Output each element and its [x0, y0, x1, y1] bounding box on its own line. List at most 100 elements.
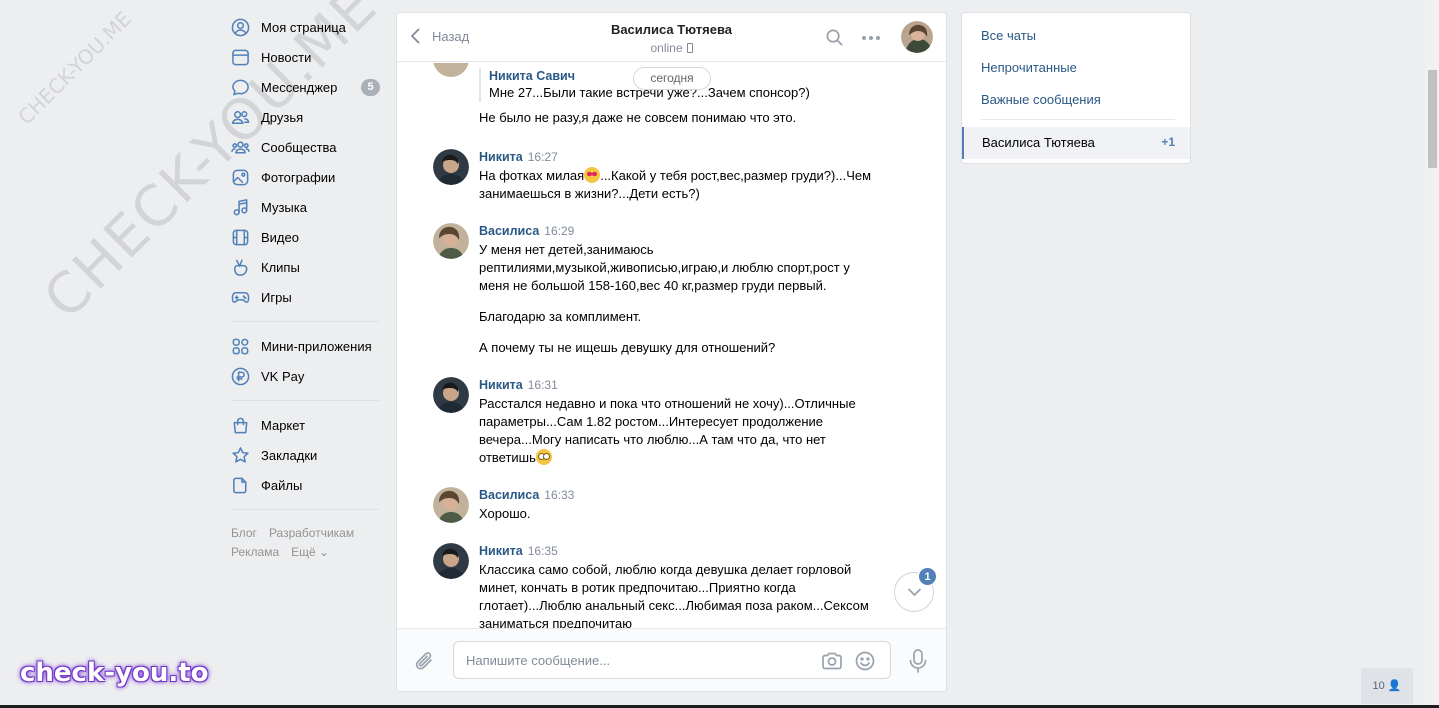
files-icon: [230, 475, 250, 495]
more-dot: [862, 36, 866, 40]
message-avatar[interactable]: [433, 487, 469, 523]
footer-links: Блог Разработчикам Реклама Ещё ⌄: [230, 524, 380, 562]
chat-header: Назад Василиса Тютяева online: [397, 13, 946, 62]
video-icon: [230, 227, 250, 247]
peer-avatar[interactable]: [901, 21, 933, 53]
heart-eyes-emoji-icon: [584, 167, 601, 183]
nav-item-music[interactable]: Музыка: [230, 192, 380, 222]
message-input-box: [453, 641, 891, 679]
message-input[interactable]: [466, 651, 806, 669]
footer-link-ads[interactable]: Реклама: [231, 543, 279, 562]
camera-icon: [822, 652, 842, 670]
watermark-small: CHECK-YOU.ME: [13, 6, 136, 130]
nav-item-files[interactable]: Файлы: [230, 470, 380, 500]
message-text: У меня нет детей,занимаюсь рептилиями,му…: [479, 242, 850, 293]
nav-item-photos[interactable]: Фотографии: [230, 162, 380, 192]
nav-divider: [231, 400, 379, 401]
messenger-unread-badge: 5: [361, 79, 380, 96]
filter-important[interactable]: Важные сообщения: [981, 92, 1101, 107]
message-author[interactable]: Никита: [479, 150, 523, 164]
bookmarks-icon: [230, 445, 250, 465]
nav-item-clips[interactable]: Клипы: [230, 252, 380, 282]
nav-label: Маркет: [261, 417, 306, 433]
message-time: 16:29: [544, 224, 575, 238]
chevron-down-icon: [907, 588, 922, 597]
filter-all-chats[interactable]: Все чаты: [981, 28, 1036, 43]
nav-label: Мини-приложения: [261, 338, 372, 354]
more-dot: [869, 36, 873, 40]
message-author[interactable]: Василиса: [479, 224, 539, 238]
open-chat-name: Василиса Тютяева: [982, 135, 1095, 150]
nav-item-news[interactable]: Новости: [230, 42, 380, 72]
message-text: Хорошо.: [479, 506, 531, 521]
photos-icon: [230, 167, 250, 187]
groups-icon: [230, 137, 250, 157]
message-avatar[interactable]: [433, 223, 469, 259]
microphone-icon: [909, 649, 927, 673]
message-text: Классика само собой, люблю когда девушка…: [479, 562, 869, 628]
nav-item-market[interactable]: Маркет: [230, 410, 380, 440]
search-icon: [826, 29, 843, 46]
message-author[interactable]: Никита: [479, 378, 523, 392]
nav-item-bookmarks[interactable]: Закладки: [230, 440, 380, 470]
message-time: 16:27: [527, 150, 558, 164]
message-avatar[interactable]: [433, 63, 469, 77]
footer-link-more[interactable]: Ещё ⌄: [291, 543, 329, 562]
nav-item-vk-pay[interactable]: VK Pay: [230, 361, 380, 391]
nav-label: Сообщества: [261, 139, 337, 155]
message-time: 16:35: [527, 544, 558, 558]
attach-button[interactable]: [414, 649, 436, 673]
search-button[interactable]: [825, 28, 845, 48]
nav-item-groups[interactable]: Сообщества: [230, 132, 380, 162]
date-separator: сегодня: [633, 67, 711, 90]
message-author[interactable]: Никита: [479, 544, 523, 558]
filter-unread[interactable]: Непрочитанные: [981, 60, 1077, 75]
smile-icon: [855, 651, 875, 671]
news-icon: [230, 47, 250, 67]
message-avatar[interactable]: [433, 377, 469, 413]
online-friends-button[interactable]: 10 👤: [1361, 668, 1413, 704]
message-time: 16:31: [527, 378, 558, 392]
nav-item-video[interactable]: Видео: [230, 222, 380, 252]
emoji-button[interactable]: [854, 651, 876, 671]
more-dot: [876, 36, 880, 40]
open-chat-item[interactable]: Василиса Тютяева +1: [962, 127, 1190, 159]
message-avatar[interactable]: [433, 543, 469, 579]
nav-item-my-page[interactable]: Моя страница: [230, 12, 380, 42]
footer-link-developers[interactable]: Разработчикам: [269, 524, 354, 543]
composer-tools: [821, 651, 876, 671]
left-navigation: Моя страница Новости Мессенджер 5 Друзья…: [230, 12, 380, 562]
message-text: На фотках милая ...Какой у тебя рост,вес,…: [479, 167, 883, 203]
person-icon: 👤: [1387, 680, 1402, 692]
footer-link-blog[interactable]: Блог: [231, 524, 257, 543]
new-messages-badge: 1: [918, 567, 937, 586]
nav-item-messenger[interactable]: Мессенджер 5: [230, 72, 380, 102]
nav-label: Музыка: [261, 199, 307, 215]
nav-label: Новости: [261, 49, 312, 65]
message-composer: [397, 628, 946, 691]
nav-label: Клипы: [261, 259, 300, 275]
message-text-part: На фотках милая: [479, 168, 585, 183]
mini-apps-icon: [230, 336, 250, 356]
page-scrollbar-thumb[interactable]: [1428, 70, 1437, 168]
user-icon: [230, 17, 250, 37]
scroll-to-bottom-button[interactable]: 1: [894, 567, 937, 612]
nav-item-mini-apps[interactable]: Мини-приложения: [230, 331, 380, 361]
friends-icon: [230, 107, 250, 127]
camera-button[interactable]: [821, 651, 843, 671]
market-icon: [230, 415, 250, 435]
message-history: Никита Савич Мне 27...Были такие встречи…: [397, 63, 946, 628]
online-friends-count: 10: [1372, 680, 1385, 692]
music-icon: [230, 197, 250, 217]
message-text: Благодарю за комплимент.: [479, 309, 642, 324]
mobile-icon: [686, 43, 693, 53]
chat-panel: Назад Василиса Тютяева online Никита Сав…: [396, 12, 947, 692]
nav-item-games[interactable]: Игры: [230, 282, 380, 312]
voice-message-button[interactable]: [907, 648, 929, 674]
more-actions-button[interactable]: [860, 28, 882, 48]
nav-label: Мессенджер: [261, 79, 338, 95]
message-author[interactable]: Василиса: [479, 488, 539, 502]
message-avatar[interactable]: [433, 149, 469, 185]
messenger-icon: [230, 77, 250, 97]
nav-item-friends[interactable]: Друзья: [230, 102, 380, 132]
